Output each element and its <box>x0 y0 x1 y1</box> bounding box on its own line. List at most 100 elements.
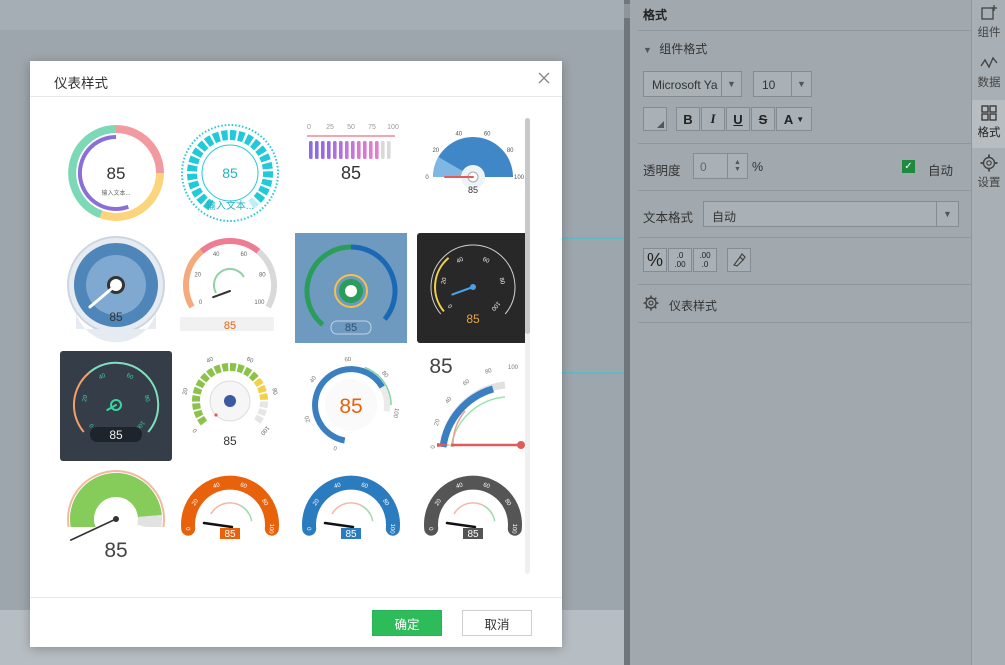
tick-label: 100 <box>388 523 395 534</box>
gauge-preview: 02040608010085 <box>181 475 279 540</box>
gauge-style-label: 仪表样式 <box>669 299 718 313</box>
gauge-style-option-arc-orange[interactable]: 0 20 40 60 80 100 85 <box>174 467 286 577</box>
tick-label: 60 <box>462 378 471 387</box>
font-color-button[interactable]: A ▼ <box>776 107 812 131</box>
gauge-style-option-dial-dark-blue-bg[interactable]: 85 <box>295 233 407 343</box>
tab-data[interactable]: 数据 <box>972 50 1005 98</box>
percent-button[interactable]: % <box>643 248 667 272</box>
strikethrough-icon: S <box>758 111 768 127</box>
font-family-select[interactable]: Microsoft Ya ▼ <box>643 71 742 97</box>
decrease-decimal-button[interactable]: .00 .0 <box>693 248 717 272</box>
tick-label: 100 <box>387 124 399 131</box>
gear-icon <box>980 154 998 172</box>
strikethrough-button[interactable]: S <box>751 107 775 131</box>
bold-button[interactable]: B <box>676 107 700 131</box>
font-size-select[interactable]: 10 ▼ <box>753 71 812 97</box>
gauge-style-option-bars[interactable]: 0 25 50 75 100 85 <box>295 117 407 227</box>
dialog-header: 仪表样式 <box>30 61 562 97</box>
gauge-preview: 85 输入文本... <box>181 124 279 222</box>
italic-button[interactable]: I <box>701 107 725 131</box>
gauge-style-option-quarter-arc[interactable]: 85 0 20 40 60 80 100 <box>417 351 529 461</box>
tick-label: 80 <box>484 368 493 376</box>
font-family-value: Microsoft Ya <box>652 78 718 92</box>
tick-label: 100 <box>508 365 519 371</box>
tick-label: 80 <box>270 388 277 396</box>
canvas-guide-line <box>560 372 625 374</box>
italic-icon: I <box>710 111 716 126</box>
divider <box>638 143 971 144</box>
divider <box>638 190 971 191</box>
text-format-select[interactable]: 自动 ▼ <box>703 201 959 227</box>
gauge-value: 85 <box>222 165 238 181</box>
gauge-style-option-arc-gray[interactable]: 0 20 40 60 80 100 85 <box>417 467 529 577</box>
gauge-value: 85 <box>341 163 361 183</box>
tick-label: 40 <box>206 356 215 365</box>
chevron-down-icon: ▼ <box>643 45 652 55</box>
tick-label: 60 <box>484 131 491 137</box>
chevron-down-icon: ▼ <box>796 114 805 124</box>
gauge-style-option-dial-black[interactable]: 0 20 40 60 80 100 85 <box>417 233 529 343</box>
font-color-icon: A <box>783 111 794 127</box>
spinner-icon[interactable]: ▲ ▼ <box>727 154 747 178</box>
scrollbar-thumb[interactable] <box>525 118 530 334</box>
grid-format-icon <box>981 105 997 121</box>
gauge-style-option-sector-green[interactable]: 85 <box>60 467 172 577</box>
text-format-label: 文本格式 <box>643 211 694 225</box>
canvas-guide-line <box>560 237 625 239</box>
confirm-button[interactable]: 确定 <box>372 610 442 636</box>
increase-decimal-bottom: .00 <box>674 260 686 269</box>
gauge-style-option-dial-orange-number[interactable]: 0 20 40 60 80 100 85 <box>295 351 407 461</box>
tick-label: 60 <box>245 356 254 365</box>
gauge-preview: 02040608010085 <box>425 131 525 195</box>
gauge-value: 85 <box>223 434 237 448</box>
gauge-style-option-segmented-ring[interactable]: 85 输入文本... <box>174 117 286 227</box>
needle <box>323 521 355 529</box>
percent-icon: % <box>646 249 663 270</box>
tick-label: 100 <box>391 407 399 419</box>
tick-label: 40 <box>213 252 220 258</box>
tick-label: 20 <box>182 387 189 395</box>
auto-checkbox[interactable]: ✓ <box>902 160 915 173</box>
tick-label: 100 <box>514 175 525 181</box>
gauge-style-option-dial-gradient[interactable]: 0 20 40 60 80 100 85 <box>174 233 286 343</box>
gauge-style-option-dial-green-yellow[interactable]: 0 20 40 60 80 100 85 <box>174 351 286 461</box>
gauge-style-option-ring[interactable]: 85 输入文本... <box>60 117 172 227</box>
underline-button[interactable]: U <box>726 107 750 131</box>
gauge-value: 85 <box>345 322 357 334</box>
fill-color-button[interactable] <box>643 107 667 131</box>
section-component-format[interactable]: ▼ 组件格式 <box>643 40 958 57</box>
gauge-style-option-dial-blue[interactable]: 85 <box>60 233 172 343</box>
gauge-preview: 02040608010085 <box>304 357 399 451</box>
opacity-value: 0 <box>700 160 707 174</box>
tab-settings[interactable]: 设置 <box>972 150 1005 198</box>
format-painter-button[interactable] <box>727 248 751 272</box>
canvas-top-strip <box>0 0 625 30</box>
gauge-style-option-dial-dark-neon[interactable]: 0 20 40 60 80 100 85 <box>60 351 172 461</box>
cancel-button[interactable]: 取消 <box>462 610 532 636</box>
tick-label: 100 <box>258 424 269 436</box>
section-label: 组件格式 <box>659 42 708 56</box>
gauge-value: 85 <box>224 320 236 332</box>
tick-label: 60 <box>240 252 247 258</box>
close-icon[interactable] <box>536 70 552 86</box>
gauge-value: 85 <box>467 529 479 540</box>
opacity-input[interactable]: 0 ▲ ▼ <box>693 153 748 179</box>
tick-label: 75 <box>368 124 376 131</box>
tab-format[interactable]: 格式 <box>972 100 1005 148</box>
chevron-down-icon: ▼ <box>936 202 958 226</box>
font-size-value: 10 <box>762 78 776 92</box>
gauge-style-option-arc-blue[interactable]: 0 20 40 60 80 100 85 <box>295 467 407 577</box>
increase-decimal-button[interactable]: .0 .00 <box>668 248 692 272</box>
gauge-style-grid: 85 输入文本... 85 输入文本... 0 25 50 75 100 85 0 20 40 60 80 1… <box>60 117 529 577</box>
tick-label: 40 <box>309 375 318 384</box>
gauge-preview: 85 <box>295 233 407 343</box>
tab-component[interactable]: 组件 <box>972 0 1005 48</box>
tick-label: 25 <box>326 124 334 131</box>
scrollbar[interactable] <box>525 118 530 574</box>
tick-label: 0 <box>431 445 437 449</box>
gauge-value: 85 <box>104 539 127 562</box>
gauge-style-option-semicircle-blue[interactable]: 0 20 40 60 80 100 85 <box>417 117 529 227</box>
tick-label: 0 <box>307 124 311 131</box>
divider <box>638 284 971 285</box>
gauge-preview: 02040608010085 <box>424 475 522 540</box>
